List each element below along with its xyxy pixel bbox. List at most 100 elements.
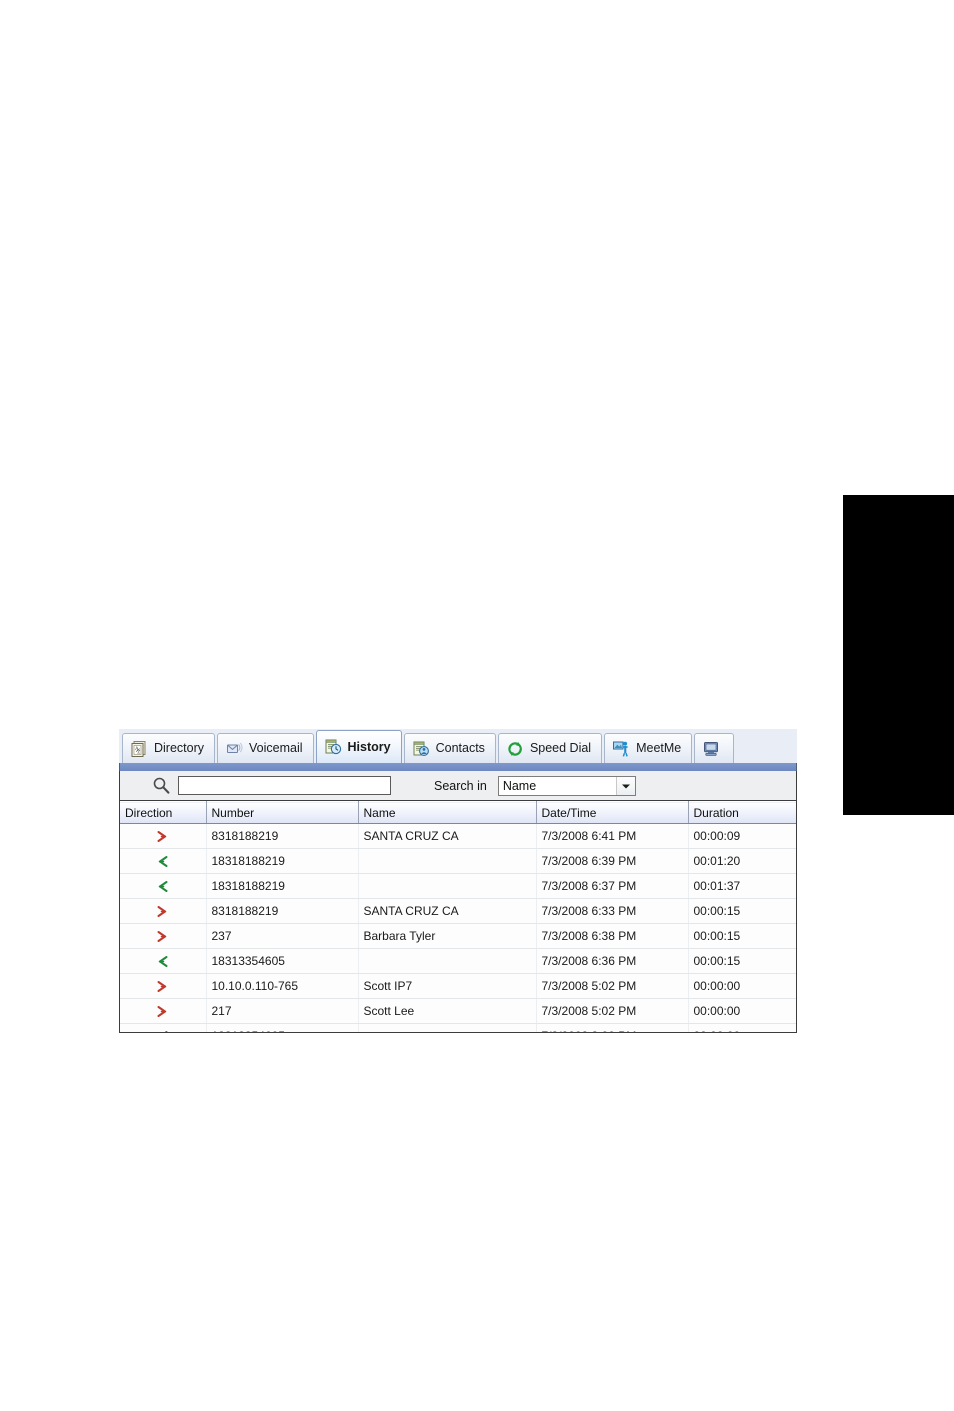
cell-name: SANTA CRUZ CA — [358, 823, 537, 849]
cell-datetime: 7/3/2008 6:36 PM — [536, 948, 689, 974]
cell-name: Barbara Tyler — [358, 923, 537, 949]
cell-direction — [120, 898, 207, 924]
tab-history[interactable]: History — [315, 730, 402, 763]
tab-contacts[interactable]: Contacts — [403, 733, 496, 763]
table-header-row: Direction Number Name Date/Time Duration — [120, 801, 796, 824]
cell-datetime: 7/3/2008 5:02 PM — [536, 998, 689, 1024]
voicemail-icon — [225, 740, 243, 758]
cell-duration: 00:01:20 — [688, 848, 796, 874]
redaction-block — [843, 495, 954, 815]
cell-name — [358, 1023, 537, 1032]
outgoing-call-arrow-icon — [157, 906, 167, 918]
cell-direction — [120, 998, 207, 1024]
column-header-name[interactable]: Name — [358, 801, 537, 824]
cell-duration: 00:00:15 — [688, 898, 796, 924]
table-row[interactable]: 18313354605 7/3/2008 3:00 PM00:00:00 — [120, 1023, 796, 1032]
cell-duration: 00:00:09 — [688, 823, 796, 849]
column-header-duration[interactable]: Duration — [688, 801, 796, 824]
cell-number: 18313354605 — [206, 948, 359, 974]
chevron-down-icon[interactable] — [615, 776, 635, 795]
search-field-value: Name — [502, 778, 537, 793]
column-header-datetime[interactable]: Date/Time — [536, 801, 689, 824]
table-row[interactable]: 18313354605 7/3/2008 6:36 PM 00:00:15 — [120, 948, 796, 974]
tab-speed-dial[interactable]: Speed Dial — [497, 733, 603, 763]
column-header-direction[interactable]: Direction — [120, 801, 207, 824]
tab-strip: A Z Directory Voicemail History Contacts… — [119, 729, 797, 763]
tab-directory[interactable]: A Z Directory — [122, 733, 216, 763]
table-row[interactable]: 18318188219 7/3/2008 6:37 PM 00:01:37 — [120, 873, 796, 899]
cell-name — [358, 848, 537, 874]
cell-duration: 00:00:15 — [688, 948, 796, 974]
cell-datetime: 7/3/2008 6:37 PM — [536, 873, 689, 899]
history-clock-icon — [324, 738, 342, 756]
cell-number: 8318188219 — [206, 898, 359, 924]
tab-voicemail-label: Voicemail — [249, 741, 303, 756]
tab-directory-label: Directory — [154, 741, 205, 756]
cell-direction — [120, 948, 207, 974]
tab-speed-dial-label: Speed Dial — [529, 741, 592, 756]
cell-datetime: 7/3/2008 6:39 PM — [536, 848, 689, 874]
computer-icon — [702, 740, 720, 758]
contacts-icon — [412, 740, 430, 758]
cell-datetime: 7/3/2008 5:02 PM — [536, 973, 689, 999]
column-header-number[interactable]: Number — [206, 801, 359, 824]
cell-number: 18318188219 — [206, 873, 359, 899]
table-row[interactable]: 8318188219 SANTA CRUZ CA 7/3/2008 6:33 PM 0… — [120, 898, 796, 924]
tab-meetme[interactable]: MeetMe — [604, 733, 693, 763]
call-history-grid[interactable]: Direction Number Name Date/Time Duration… — [119, 801, 797, 1033]
meetme-icon — [612, 740, 630, 758]
cell-name — [358, 873, 537, 899]
cell-number: 8318188219 — [206, 823, 359, 849]
cell-name: SANTA CRUZ CA — [358, 898, 537, 924]
cell-datetime: 7/3/2008 6:33 PM — [536, 898, 689, 924]
incoming-call-arrow-icon — [158, 881, 168, 893]
search-field-select[interactable]: Name — [497, 775, 636, 796]
speed-dial-icon — [506, 740, 524, 758]
cell-datetime: 7/3/2008 3:00 PM — [536, 1023, 689, 1032]
cell-number: 10.10.0.110-765 — [206, 973, 359, 999]
cell-name: Scott Lee — [358, 998, 537, 1024]
cell-direction — [120, 848, 207, 874]
address-card-icon: A Z — [130, 740, 148, 758]
cell-number: 217 — [206, 998, 359, 1024]
outgoing-call-arrow-icon — [157, 831, 167, 843]
cell-duration: 00:00:00 — [688, 1023, 796, 1032]
cell-name — [358, 948, 537, 974]
cell-direction — [120, 873, 207, 899]
cell-datetime: 7/3/2008 6:38 PM — [536, 923, 689, 949]
cell-duration: 00:00:00 — [688, 998, 796, 1024]
incoming-call-arrow-icon — [158, 956, 168, 968]
search-in-label: Search in — [434, 778, 487, 793]
svg-text:Z: Z — [137, 750, 140, 755]
cell-direction — [120, 823, 207, 849]
cell-duration: 00:00:00 — [688, 973, 796, 999]
outgoing-call-arrow-icon — [157, 931, 167, 943]
cell-number: 18318188219 — [206, 848, 359, 874]
page-canvas: A Z Directory Voicemail History Contacts… — [0, 0, 954, 1411]
cell-direction — [120, 973, 207, 999]
table-row[interactable]: 10.10.0.110-765 Scott IP7 7/3/2008 5:02 PM… — [120, 973, 796, 999]
cell-direction — [120, 923, 207, 949]
table-row[interactable]: 18318188219 7/3/2008 6:39 PM 00:01:20 — [120, 848, 796, 874]
cell-datetime: 7/3/2008 6:41 PM — [536, 823, 689, 849]
table-row[interactable]: 237 Barbara Tyler 7/3/2008 6:38 PM 00:00:15 — [120, 923, 796, 949]
tab-history-label: History — [347, 739, 391, 754]
tab-accent-bar — [119, 763, 797, 771]
call-history-table: Direction Number Name Date/Time Duration… — [120, 801, 796, 1032]
outgoing-call-arrow-icon — [157, 1006, 167, 1018]
incoming-call-arrow-icon — [165, 1031, 168, 1032]
tab-meetme-label: MeetMe — [636, 741, 682, 756]
cell-duration: 00:01:37 — [688, 873, 796, 899]
cell-direction — [120, 1023, 207, 1032]
search-toolbar: Search in Name — [119, 771, 797, 801]
call-history-panel: A Z Directory Voicemail History Contacts… — [119, 729, 797, 1033]
outgoing-call-arrow-icon — [157, 981, 167, 993]
table-row[interactable]: 217 Scott Lee 7/3/2008 5:02 PM 00:00:00 — [120, 998, 796, 1024]
tab-voicemail[interactable]: Voicemail — [217, 733, 314, 763]
tab-contacts-label: Contacts — [435, 741, 485, 756]
table-row[interactable]: 8318188219 SANTA CRUZ CA 7/3/2008 6:41 PM 0… — [120, 823, 796, 849]
tab-desktop[interactable] — [694, 733, 735, 763]
cell-number: 237 — [206, 923, 359, 949]
search-icon — [150, 775, 172, 797]
search-input[interactable] — [178, 776, 391, 795]
